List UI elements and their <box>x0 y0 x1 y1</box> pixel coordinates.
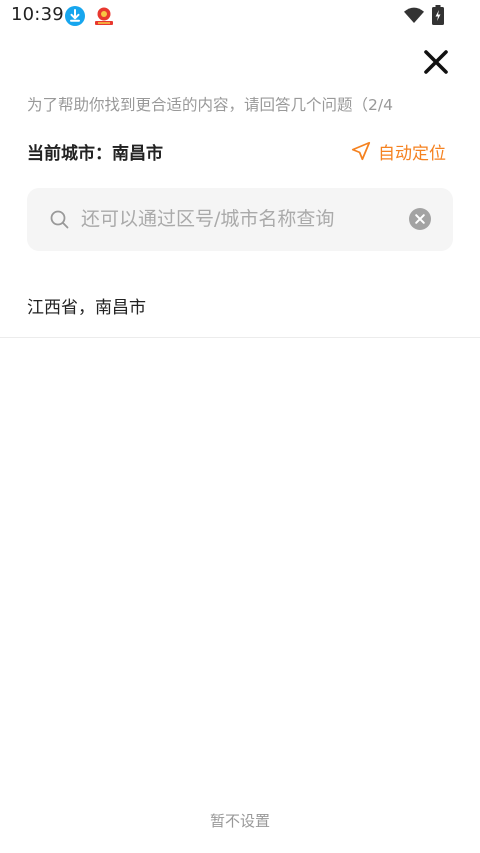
current-city-label: 当前城市：南昌市 <box>27 144 163 164</box>
close-icon <box>424 50 448 74</box>
skip-button[interactable]: 暂不设置 <box>0 810 480 831</box>
wifi-icon <box>404 7 424 24</box>
clear-circle-icon <box>409 208 431 230</box>
battery-charging-icon <box>432 5 444 25</box>
search-box <box>27 188 453 251</box>
search-icon <box>50 210 69 229</box>
question-progress-text: 为了帮助你找到更合适的内容，请回答几个问题（2/4 <box>27 96 393 114</box>
auto-locate-label: 自动定位 <box>378 143 446 164</box>
app-notification-icon <box>93 5 115 27</box>
download-icon <box>65 6 85 26</box>
navigation-arrow-icon <box>351 141 371 161</box>
status-time: 10:39 <box>11 4 64 25</box>
auto-locate-button[interactable]: 自动定位 <box>350 137 446 165</box>
close-button[interactable] <box>418 44 454 80</box>
result-item[interactable]: 江西省，南昌市 <box>0 274 480 338</box>
search-input[interactable] <box>81 200 401 238</box>
result-item-label: 江西省，南昌市 <box>27 298 146 318</box>
clear-search-button[interactable] <box>409 208 431 230</box>
status-bar: 10:39 <box>0 0 480 34</box>
